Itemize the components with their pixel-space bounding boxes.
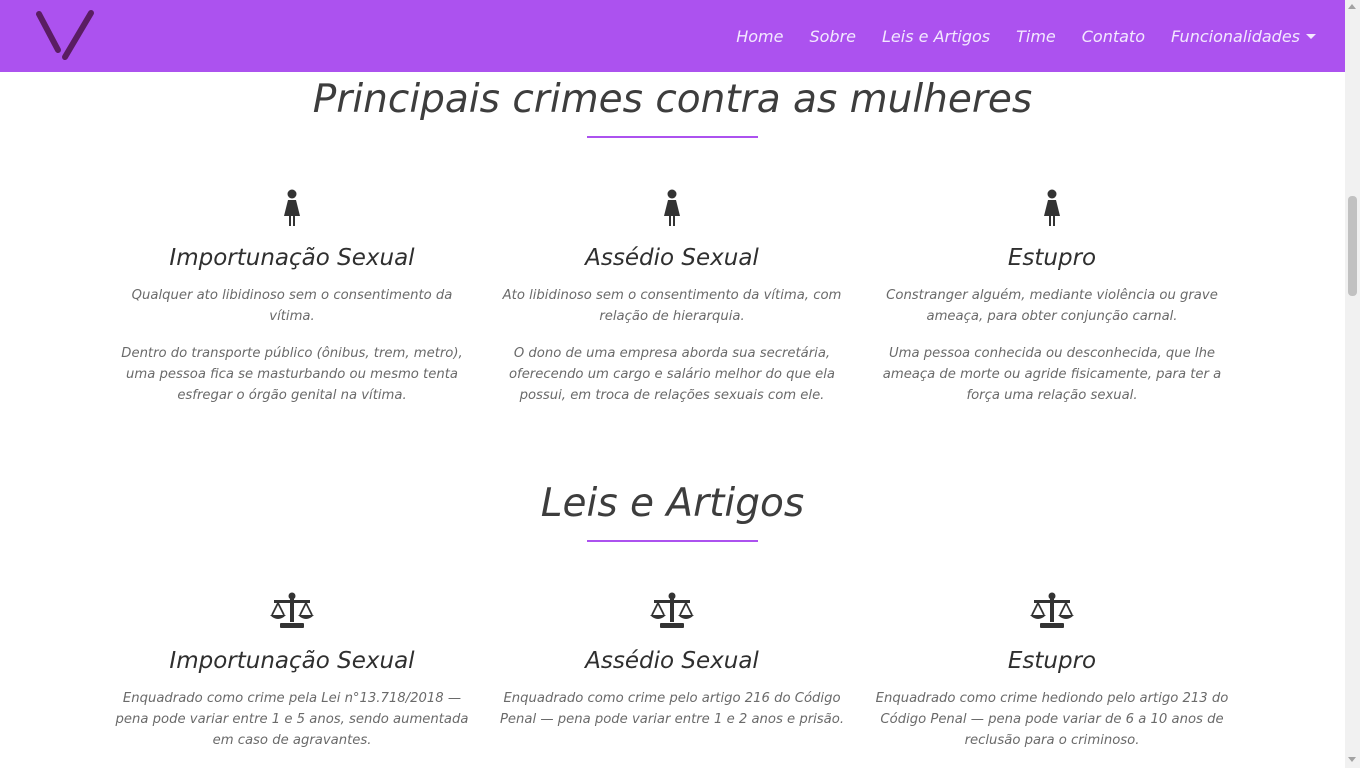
crime-card-importunacao: Importunação Sexual Qualquer ato libidin…	[112, 189, 472, 406]
female-icon	[664, 189, 680, 226]
nav-link-contato[interactable]: Contato	[1082, 27, 1145, 46]
laws-title-underline	[587, 540, 758, 542]
crimes-title-underline	[587, 136, 758, 138]
scrollbar[interactable]	[1345, 0, 1360, 768]
nav-link-home[interactable]: Home	[736, 27, 783, 46]
crime-card-description: Qualquer ato libidinoso sem o consentime…	[131, 288, 453, 324]
nav-link-leis-e-artigos[interactable]: Leis e Artigos	[882, 27, 990, 46]
crime-card-estupro: Estupro Constranger alguém, mediante vio…	[872, 189, 1232, 406]
law-card-estupro: Estupro Enquadrado como crime hediondo p…	[872, 592, 1232, 751]
v-logo-icon[interactable]	[34, 8, 96, 64]
law-card-title: Importunação Sexual	[169, 648, 415, 674]
crime-card-example: O dono de uma empresa aborda sua secretá…	[508, 346, 836, 403]
balance-scale-icon	[1030, 592, 1074, 628]
crime-card-example: Uma pessoa conhecida ou desconhecida, qu…	[882, 346, 1222, 403]
crime-card-title: Estupro	[1007, 245, 1097, 271]
crime-card-example: Dentro do transporte público (ônibus, tr…	[121, 346, 463, 403]
nav-link-time[interactable]: Time	[1016, 27, 1056, 46]
law-card-assedio: Assédio Sexual Enquadrado como crime pel…	[492, 592, 852, 730]
nav-dropdown-funcionalidades[interactable]: Funcionalidades	[1171, 27, 1316, 46]
navbar: Home Sobre Leis e Artigos Time Contato F…	[0, 0, 1345, 72]
female-icon	[1044, 189, 1060, 226]
nav-menu: Home Sobre Leis e Artigos Time Contato F…	[710, 0, 1316, 72]
scroll-up-arrow-icon[interactable]	[1348, 4, 1356, 9]
law-card-title: Estupro	[1007, 648, 1097, 674]
law-card-description: Enquadrado como crime pelo artigo 216 do…	[499, 691, 845, 727]
law-card-description: Enquadrado como crime pela Lei n°13.718/…	[115, 691, 469, 748]
balance-scale-icon	[650, 592, 694, 628]
crime-card-description: Constranger alguém, mediante violência o…	[886, 288, 1218, 324]
female-icon	[284, 189, 300, 226]
nav-dropdown-label: Funcionalidades	[1171, 26, 1300, 46]
law-card-description: Enquadrado como crime hediondo pelo arti…	[875, 691, 1229, 748]
crime-card-title: Assédio Sexual	[585, 245, 759, 271]
scrollbar-thumb[interactable]	[1348, 196, 1357, 296]
crime-card-assedio: Assédio Sexual Ato libidinoso sem o cons…	[492, 189, 852, 406]
law-card-title: Assédio Sexual	[585, 648, 759, 674]
caret-down-icon	[1306, 33, 1316, 39]
nav-link-sobre[interactable]: Sobre	[809, 27, 856, 46]
balance-scale-icon	[270, 592, 314, 628]
crime-card-title: Importunação Sexual	[169, 245, 415, 271]
scroll-down-arrow-icon[interactable]	[1348, 757, 1356, 762]
crime-card-description: Ato libidinoso sem o consentimento da ví…	[502, 288, 842, 324]
crimes-section-title: Principais crimes contra as mulheres	[312, 77, 1033, 122]
law-card-importunacao: Importunação Sexual Enquadrado como crim…	[112, 592, 472, 751]
laws-section-title: Leis e Artigos	[540, 481, 805, 526]
